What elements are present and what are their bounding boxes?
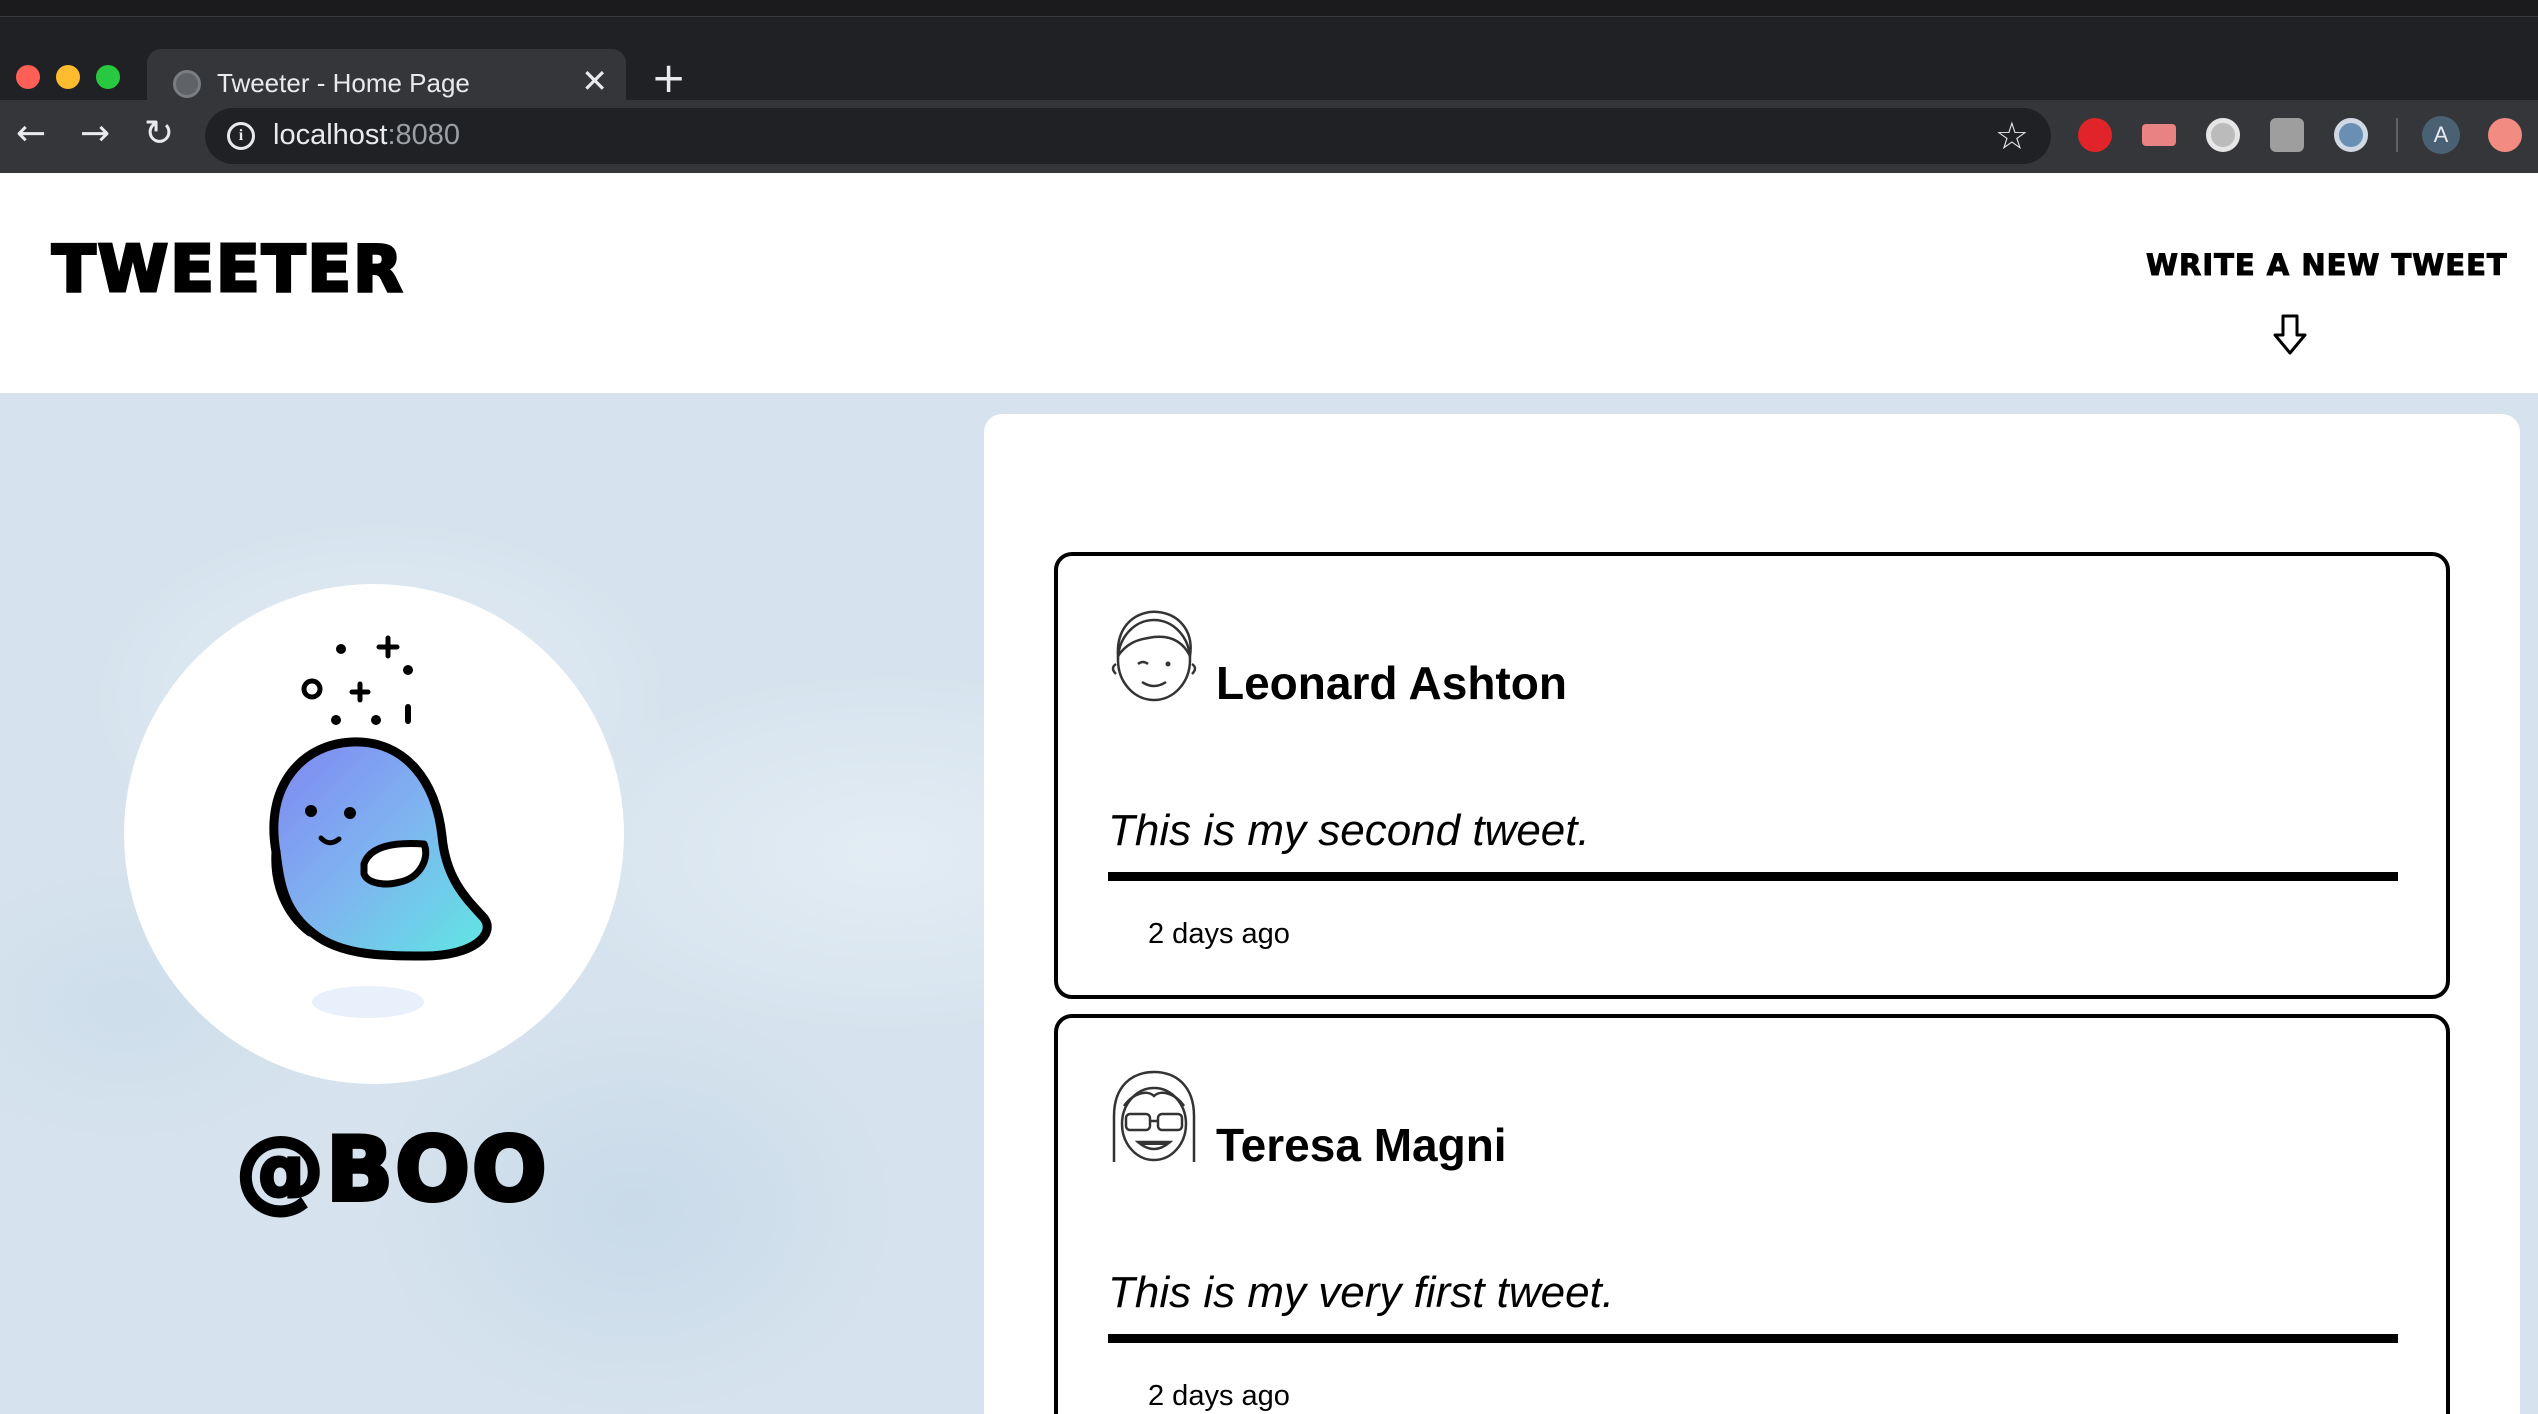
url-port: :8080 [387,119,461,151]
tweet-content: This is my very first tweet. [1108,1268,1615,1317]
tweet-card: Teresa Magni This is my very first tweet… [1054,1014,2450,1414]
tab-title: Tweeter - Home Page [217,68,470,98]
tweet-timestamp: 2 days ago [1148,918,1290,950]
site-brand[interactable]: TWEETER [50,232,404,309]
ghost-avatar-icon [269,635,492,1018]
close-window-button[interactable] [16,65,40,89]
extension-red-icon[interactable] [2488,118,2522,152]
tab-close-icon[interactable]: ✕ [581,63,608,99]
arrow-down-icon[interactable] [2270,313,2310,357]
write-new-tweet-link[interactable]: WRITE A NEW TWEET [2146,248,2508,283]
account-avatar[interactable]: A [2422,116,2460,154]
tab-strip: Tweeter - Home Page ✕ + [0,17,2538,117]
extension-ring-icon[interactable] [2334,118,2368,152]
site-navbar: TWEETER WRITE A NEW TWEET [0,173,2538,393]
extension-puzzle-icon[interactable] [2270,118,2304,152]
extension-video-icon[interactable] [2142,124,2176,146]
tweet-feed: Leonard Ashton This is my second tweet. … [984,414,2520,1414]
new-tab-button[interactable]: + [651,57,686,99]
tweet-author: Teresa Magni [1216,1119,1507,1171]
url-host: localhost [273,119,388,151]
address-url[interactable]: localhost:8080 [273,119,460,152]
zoom-window-button[interactable] [96,65,120,89]
tweet-divider [1108,872,2398,881]
address-bar[interactable]: i localhost:8080 ☆ [205,108,2051,164]
reload-icon[interactable]: ↻ [144,112,174,156]
forward-arrow-icon[interactable]: → [80,112,110,156]
web-page: TWEETER WRITE A NEW TWEET @BOO Leonard A… [0,173,2538,1414]
tweet-author: Leonard Ashton [1216,657,1567,709]
globe-icon [173,70,201,98]
bookmark-star-icon[interactable]: ☆ [1995,114,2029,158]
tweet-content: This is my second tweet. [1108,806,1590,855]
tweet-divider [1108,1334,2398,1343]
minimize-window-button[interactable] [56,65,80,89]
toolbar-divider [2396,118,2398,152]
tweet-card: Leonard Ashton This is my second tweet. … [1054,552,2450,999]
extension-circle-icon[interactable] [2206,118,2240,152]
user-avatar-icon [1111,610,1197,702]
profile-handle: @BOO [234,1116,549,1223]
info-icon[interactable]: i [227,122,255,150]
user-avatar-icon [1112,1070,1196,1162]
back-arrow-icon[interactable]: ← [16,112,46,156]
extension-stop-icon[interactable] [2078,118,2112,152]
tweet-timestamp: 2 days ago [1148,1380,1290,1412]
macos-menu-bar [0,0,2538,17]
